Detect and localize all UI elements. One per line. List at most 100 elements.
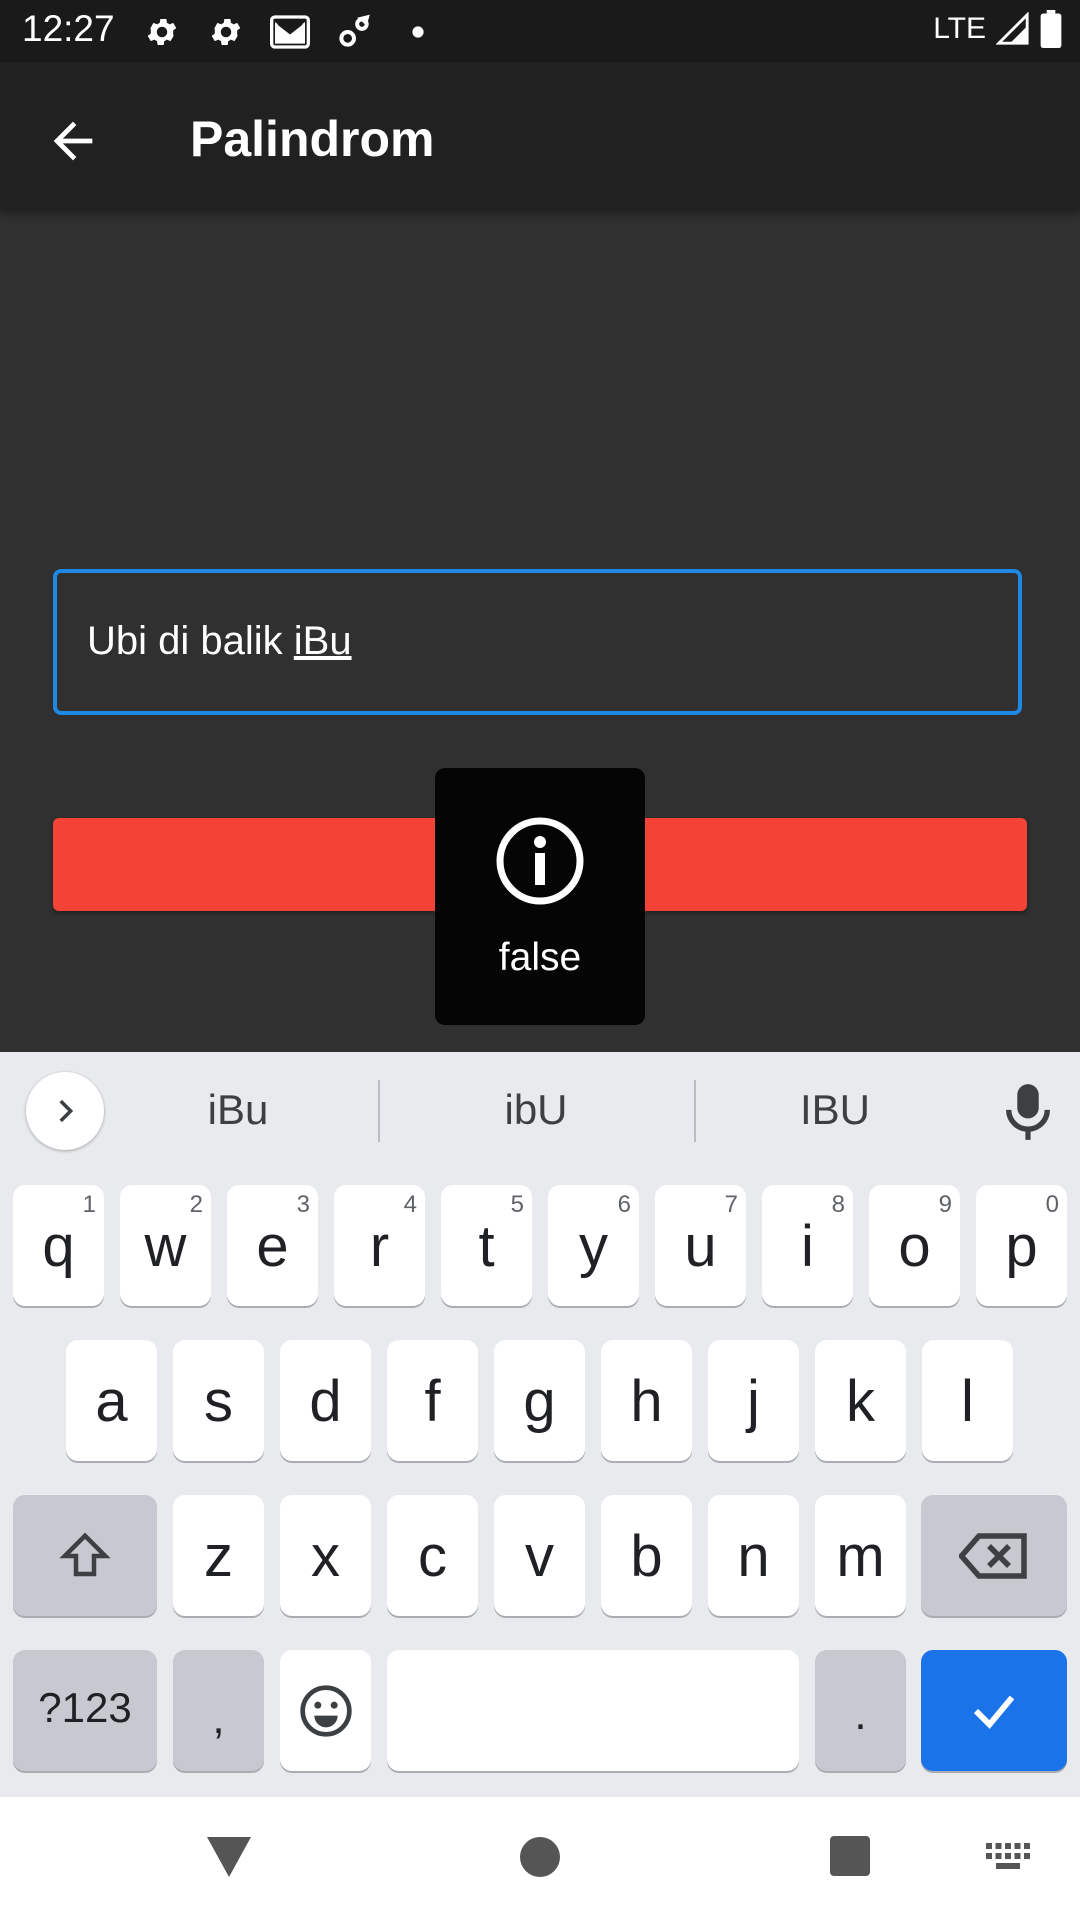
key-label: d bbox=[309, 1369, 342, 1434]
key-t[interactable]: t5 bbox=[441, 1185, 532, 1306]
sync-gear-icon bbox=[332, 10, 376, 54]
comma-key[interactable]: , bbox=[173, 1650, 264, 1771]
key-label: h bbox=[630, 1369, 663, 1434]
input-text-composing: iBu bbox=[293, 619, 352, 663]
suggestion-divider bbox=[378, 1080, 380, 1142]
key-d[interactable]: d bbox=[280, 1340, 371, 1461]
period-key[interactable]: . bbox=[815, 1650, 906, 1771]
key-v[interactable]: v bbox=[494, 1495, 585, 1616]
app-bar: Palindrom bbox=[0, 62, 1080, 210]
key-o[interactable]: o9 bbox=[869, 1185, 960, 1306]
key-label: i bbox=[801, 1214, 814, 1279]
key-label: u bbox=[684, 1214, 717, 1279]
gear-icon bbox=[140, 10, 184, 54]
key-c[interactable]: c bbox=[387, 1495, 478, 1616]
key-label: s bbox=[204, 1369, 233, 1434]
text-input[interactable]: Ubi di balik iBu bbox=[53, 569, 1022, 715]
key-p[interactable]: p0 bbox=[976, 1185, 1067, 1306]
key-number-hint: 2 bbox=[189, 1191, 203, 1218]
recents-square-icon[interactable] bbox=[830, 1836, 870, 1876]
shift-key[interactable] bbox=[13, 1495, 157, 1616]
key-q[interactable]: q1 bbox=[13, 1185, 104, 1306]
input-text: Ubi di balik bbox=[87, 619, 294, 663]
symbols-key[interactable]: ?123 bbox=[13, 1650, 157, 1771]
key-e[interactable]: e3 bbox=[227, 1185, 318, 1306]
signal-icon bbox=[996, 12, 1029, 45]
key-label: m bbox=[836, 1524, 885, 1589]
key-label: v bbox=[525, 1524, 554, 1589]
suggestion-1[interactable]: iBu bbox=[118, 1086, 358, 1134]
key-label: e bbox=[256, 1214, 289, 1279]
key-label: l bbox=[961, 1369, 974, 1434]
key-label: t bbox=[478, 1214, 495, 1279]
symbols-key-label: ?123 bbox=[38, 1684, 132, 1731]
key-label: n bbox=[737, 1524, 770, 1589]
key-label: p bbox=[1005, 1214, 1038, 1279]
status-bar: 12:27 LTE bbox=[0, 0, 1080, 62]
key-label: a bbox=[95, 1369, 128, 1434]
period-key-label: . bbox=[854, 1690, 867, 1739]
backspace-key[interactable] bbox=[921, 1495, 1067, 1616]
done-key[interactable] bbox=[921, 1650, 1067, 1771]
mail-icon bbox=[268, 10, 312, 54]
key-m[interactable]: m bbox=[815, 1495, 906, 1616]
key-number-hint: 7 bbox=[724, 1191, 738, 1218]
emoji-key[interactable] bbox=[280, 1650, 371, 1771]
key-i[interactable]: i8 bbox=[762, 1185, 853, 1306]
battery-icon bbox=[1040, 10, 1062, 48]
key-label: g bbox=[523, 1369, 556, 1434]
key-z[interactable]: z bbox=[173, 1495, 264, 1616]
text-input-value[interactable]: Ubi di balik iBu bbox=[87, 619, 352, 664]
info-icon bbox=[495, 816, 585, 906]
suggestion-3[interactable]: IBU bbox=[715, 1086, 955, 1134]
key-label: j bbox=[747, 1369, 760, 1434]
key-y[interactable]: y6 bbox=[548, 1185, 639, 1306]
space-key[interactable] bbox=[387, 1650, 799, 1771]
key-l[interactable]: l bbox=[922, 1340, 1013, 1461]
key-j[interactable]: j bbox=[708, 1340, 799, 1461]
suggestion-bar: iBu ibU IBU bbox=[0, 1052, 1080, 1170]
comma-key-label: , bbox=[212, 1694, 225, 1743]
key-number-hint: 0 bbox=[1045, 1191, 1059, 1218]
microphone-icon[interactable] bbox=[1002, 1082, 1054, 1142]
back-triangle-icon[interactable] bbox=[205, 1835, 253, 1879]
key-label: f bbox=[424, 1369, 441, 1434]
key-n[interactable]: n bbox=[708, 1495, 799, 1616]
status-notification-icons bbox=[140, 10, 440, 54]
page-title: Palindrom bbox=[190, 111, 435, 167]
key-label: r bbox=[369, 1214, 390, 1279]
key-x[interactable]: x bbox=[280, 1495, 371, 1616]
dot-icon bbox=[396, 10, 440, 54]
back-arrow-icon[interactable] bbox=[44, 112, 102, 170]
key-w[interactable]: w2 bbox=[120, 1185, 211, 1306]
suggestion-2[interactable]: ibU bbox=[416, 1086, 656, 1134]
key-label: w bbox=[144, 1214, 187, 1279]
key-b[interactable]: b bbox=[601, 1495, 692, 1616]
network-type: LTE bbox=[933, 12, 986, 45]
key-label: o bbox=[898, 1214, 931, 1279]
key-u[interactable]: u7 bbox=[655, 1185, 746, 1306]
key-r[interactable]: r4 bbox=[334, 1185, 425, 1306]
key-h[interactable]: h bbox=[601, 1340, 692, 1461]
key-label: z bbox=[204, 1524, 233, 1589]
key-label: c bbox=[418, 1524, 447, 1589]
key-k[interactable]: k bbox=[815, 1340, 906, 1461]
key-g[interactable]: g bbox=[494, 1340, 585, 1461]
expand-suggestions-button[interactable] bbox=[26, 1072, 104, 1150]
toast-message: false bbox=[435, 768, 645, 1025]
key-label: x bbox=[311, 1524, 340, 1589]
keyboard-switch-icon[interactable] bbox=[986, 1843, 1030, 1873]
toast-text: false bbox=[498, 936, 582, 979]
status-time: 12:27 bbox=[22, 8, 115, 49]
key-number-hint: 6 bbox=[617, 1191, 631, 1218]
key-s[interactable]: s bbox=[173, 1340, 264, 1461]
gear-icon bbox=[204, 10, 248, 54]
key-f[interactable]: f bbox=[387, 1340, 478, 1461]
key-label: b bbox=[630, 1524, 663, 1589]
home-circle-icon[interactable] bbox=[520, 1837, 560, 1877]
suggestion-divider bbox=[694, 1080, 696, 1142]
key-a[interactable]: a bbox=[66, 1340, 157, 1461]
navigation-bar bbox=[0, 1797, 1080, 1920]
key-number-hint: 9 bbox=[938, 1191, 952, 1218]
key-label: k bbox=[846, 1369, 875, 1434]
